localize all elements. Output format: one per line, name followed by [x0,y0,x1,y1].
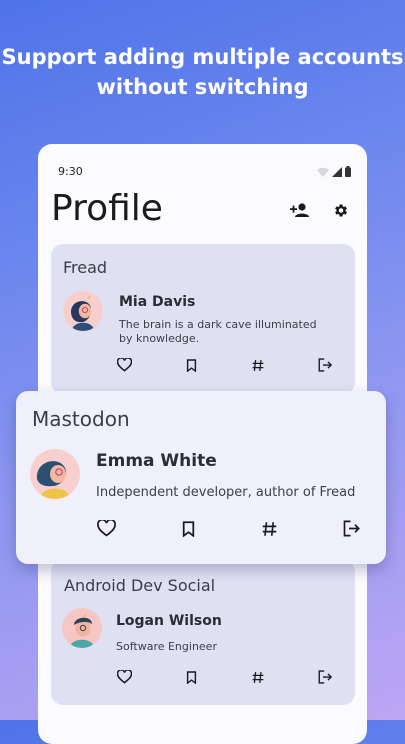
account-name: Mia Davis [119,294,196,310]
avatar [30,449,80,499]
battery-icon [345,166,351,177]
favorite-icon[interactable] [117,358,132,372]
account-card-android-dev-social[interactable]: Android Dev Social Logan Wilson Software… [51,560,355,705]
avatar [63,291,103,331]
status-icons [317,166,351,177]
account-name: Emma White [96,451,217,471]
bookmark-icon[interactable] [182,520,195,537]
wifi-icon [317,167,329,177]
promo-headline: Support adding multiple accounts without… [0,42,405,102]
bio-line: The brain is a dark cave illuminated [119,318,317,331]
logout-icon[interactable] [318,670,333,684]
account-bio: Software Engineer [116,640,217,654]
account-actions [117,358,333,372]
account-bio: The brain is a dark cave illuminated by … [119,318,317,346]
account-server-name: Android Dev Social [64,576,216,595]
signal-icon [332,167,342,177]
page-title: Profile [51,188,163,229]
account-card-fread[interactable]: Fread Mia Davis The brain is a dark cave… [51,244,355,394]
account-actions [117,670,333,684]
account-server-name: Mastodon [32,407,130,431]
hashtag-icon[interactable] [252,359,264,372]
account-bio: Independent developer, author of Fread [96,485,355,501]
bookmark-icon[interactable] [186,358,197,372]
hashtag-icon[interactable] [252,671,264,684]
account-actions [97,520,361,537]
account-name: Logan Wilson [116,613,222,629]
bookmark-icon[interactable] [186,670,197,684]
account-card-mastodon[interactable]: Mastodon Emma White Independent develope… [16,391,386,564]
status-time: 9:30 [58,165,83,178]
hashtag-icon[interactable] [262,521,277,537]
settings-icon[interactable] [332,202,349,219]
headline-line-2: without switching [96,75,309,99]
logout-icon[interactable] [318,358,333,372]
account-server-name: Fread [63,258,108,277]
headline-line-1: Support adding multiple accounts [1,45,404,69]
favorite-icon[interactable] [97,520,116,537]
add-account-icon[interactable] [290,202,310,218]
profile-actions [290,202,349,219]
bio-line: Software Engineer [116,640,217,653]
avatar [62,608,102,648]
bio-line: Independent developer, author of Fread [96,485,356,500]
logout-icon[interactable] [343,520,361,537]
bio-line: by knowledge. [119,332,200,345]
favorite-icon[interactable] [117,670,132,684]
